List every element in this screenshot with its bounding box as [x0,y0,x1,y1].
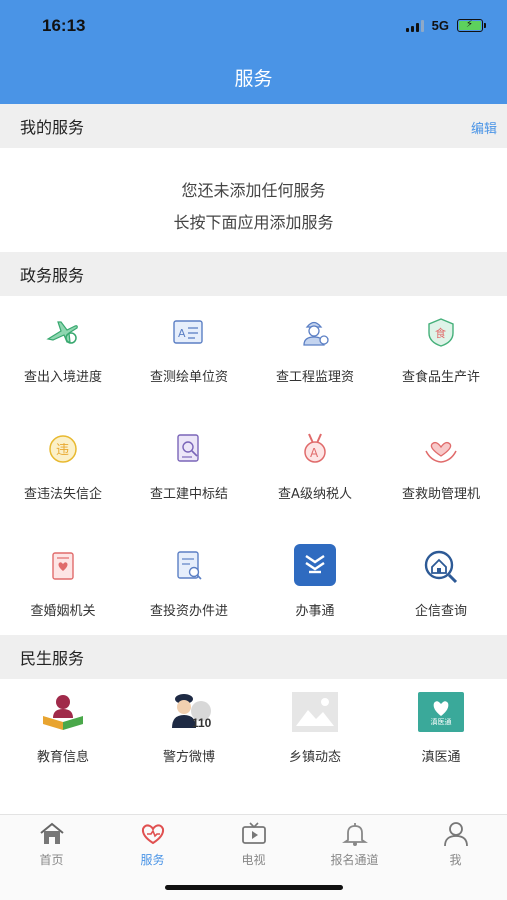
gov-service-item[interactable]: A 查测绘单位资 [126,312,252,385]
banshitong-logo-icon [294,544,336,586]
map-certificate-icon: A [169,312,209,352]
gov-service-label: 查违法失信企 [23,487,102,502]
helping-hands-icon [421,429,461,469]
police-badge-text: 110 [192,716,212,730]
svg-text:A: A [178,327,186,340]
livelihood-service-label: 教育信息 [36,750,89,765]
network-type: 5G [431,18,449,33]
enterprise-search-icon [421,546,461,586]
svg-text:违: 违 [56,443,69,458]
gov-service-label: 企信查询 [414,604,467,619]
gov-service-item[interactable]: 查出入境进度 [0,312,126,385]
gov-service-item[interactable]: 违 查违法失信企 [0,429,126,502]
gov-service-label: 查A级纳税人 [278,487,352,502]
gov-service-label: 查食品生产许 [401,370,480,385]
livelihood-service-item[interactable]: 110 警方微博 [126,692,252,765]
tab-label: 报名通道 [330,853,379,867]
police-icon: 110 [164,692,214,732]
gov-service-item[interactable]: 查投资办件进 [126,546,252,619]
gov-service-item[interactable]: 企信查询 [378,546,504,619]
battery-icon: ⚡ [457,19,486,32]
image-placeholder-icon [292,692,338,732]
investment-search-icon [169,546,209,586]
gov-service-label: 办事通 [295,604,335,619]
tab-label: 我 [449,853,462,867]
empty-line-1: 您还未添加任何服务 [181,181,326,200]
livelihood-service-label: 警方微博 [162,750,215,765]
education-icon [40,692,86,732]
status-indicators: 5G ⚡ [405,18,486,33]
my-services-header: 我的服务 编辑 [0,104,507,148]
gov-service-label: 查测绘单位资 [149,370,228,385]
marriage-certificate-icon [43,546,83,586]
profile-icon [442,821,470,847]
medal-icon: A [295,429,335,469]
gov-service-label: 查救助管理机 [401,487,480,502]
svg-text:A: A [310,446,319,460]
page-title: 服务 [234,68,273,90]
tab-label: 电视 [241,853,266,867]
engineer-icon [295,312,335,352]
bell-icon [341,821,369,847]
tab-label: 首页 [39,853,64,867]
gov-service-label: 查工建中标结 [149,487,228,502]
header: 16:13 5G ⚡ 服务 [0,0,507,104]
livelihood-service-label: 滇医通 [421,750,461,765]
tab-service[interactable]: 服务 [102,821,203,868]
service-heart-icon [139,821,167,847]
gov-service-item[interactable]: A 查A级纳税人 [252,429,378,502]
tv-icon [240,821,268,847]
status-time: 16:13 [42,16,86,35]
gov-service-item[interactable]: 食 查食品生产许 [378,312,504,385]
gov-service-item[interactable]: 办事通 [252,544,378,619]
gov-service-label: 查工程监理资 [275,370,354,385]
gov-service-label: 查婚姻机关 [30,604,96,619]
svg-text:食: 食 [435,326,446,340]
livelihood-services-title: 民生服务 [20,649,85,668]
dianyitong-logo-text: 滇医通 [430,718,452,726]
signal-icon [405,19,424,32]
livelihood-service-item[interactable]: 乡镇动态 [252,692,378,765]
gov-service-item[interactable]: 查工建中标结 [126,429,252,502]
gov-services-title: 政务服务 [20,266,85,285]
tab-registration[interactable]: 报名通道 [304,821,405,868]
tab-label: 服务 [140,853,165,867]
gov-service-label: 查出入境进度 [23,370,102,385]
edit-button[interactable]: 编辑 [471,118,497,137]
gov-service-item[interactable]: 查婚姻机关 [0,546,126,619]
livelihood-service-label: 乡镇动态 [288,750,341,765]
gov-service-item[interactable]: 查工程监理资 [252,312,378,385]
my-services-title: 我的服务 [20,118,85,137]
dianyitong-logo-icon: 滇医通 [418,692,464,732]
gov-service-label: 查投资办件进 [149,604,228,619]
tab-tv[interactable]: 电视 [203,821,304,868]
food-shield-icon: 食 [421,312,461,352]
gov-service-item[interactable]: 查救助管理机 [378,429,504,502]
livelihood-services-header: 民生服务 [0,635,507,679]
home-icon [38,821,66,847]
livelihood-service-item[interactable]: 滇医通 滇医通 [378,692,504,765]
empty-line-2: 长按下面应用添加服务 [173,213,334,232]
bid-document-icon [169,429,209,469]
tab-home[interactable]: 首页 [1,821,102,868]
livelihood-service-item[interactable]: 教育信息 [0,692,126,765]
home-indicator [165,885,343,890]
airplane-icon [43,312,83,352]
empty-services-message: 您还未添加任何服务 长按下面应用添加服务 [0,175,507,239]
gov-services-header: 政务服务 [0,252,507,296]
violation-icon: 违 [43,429,83,469]
tab-me[interactable]: 我 [405,821,506,868]
